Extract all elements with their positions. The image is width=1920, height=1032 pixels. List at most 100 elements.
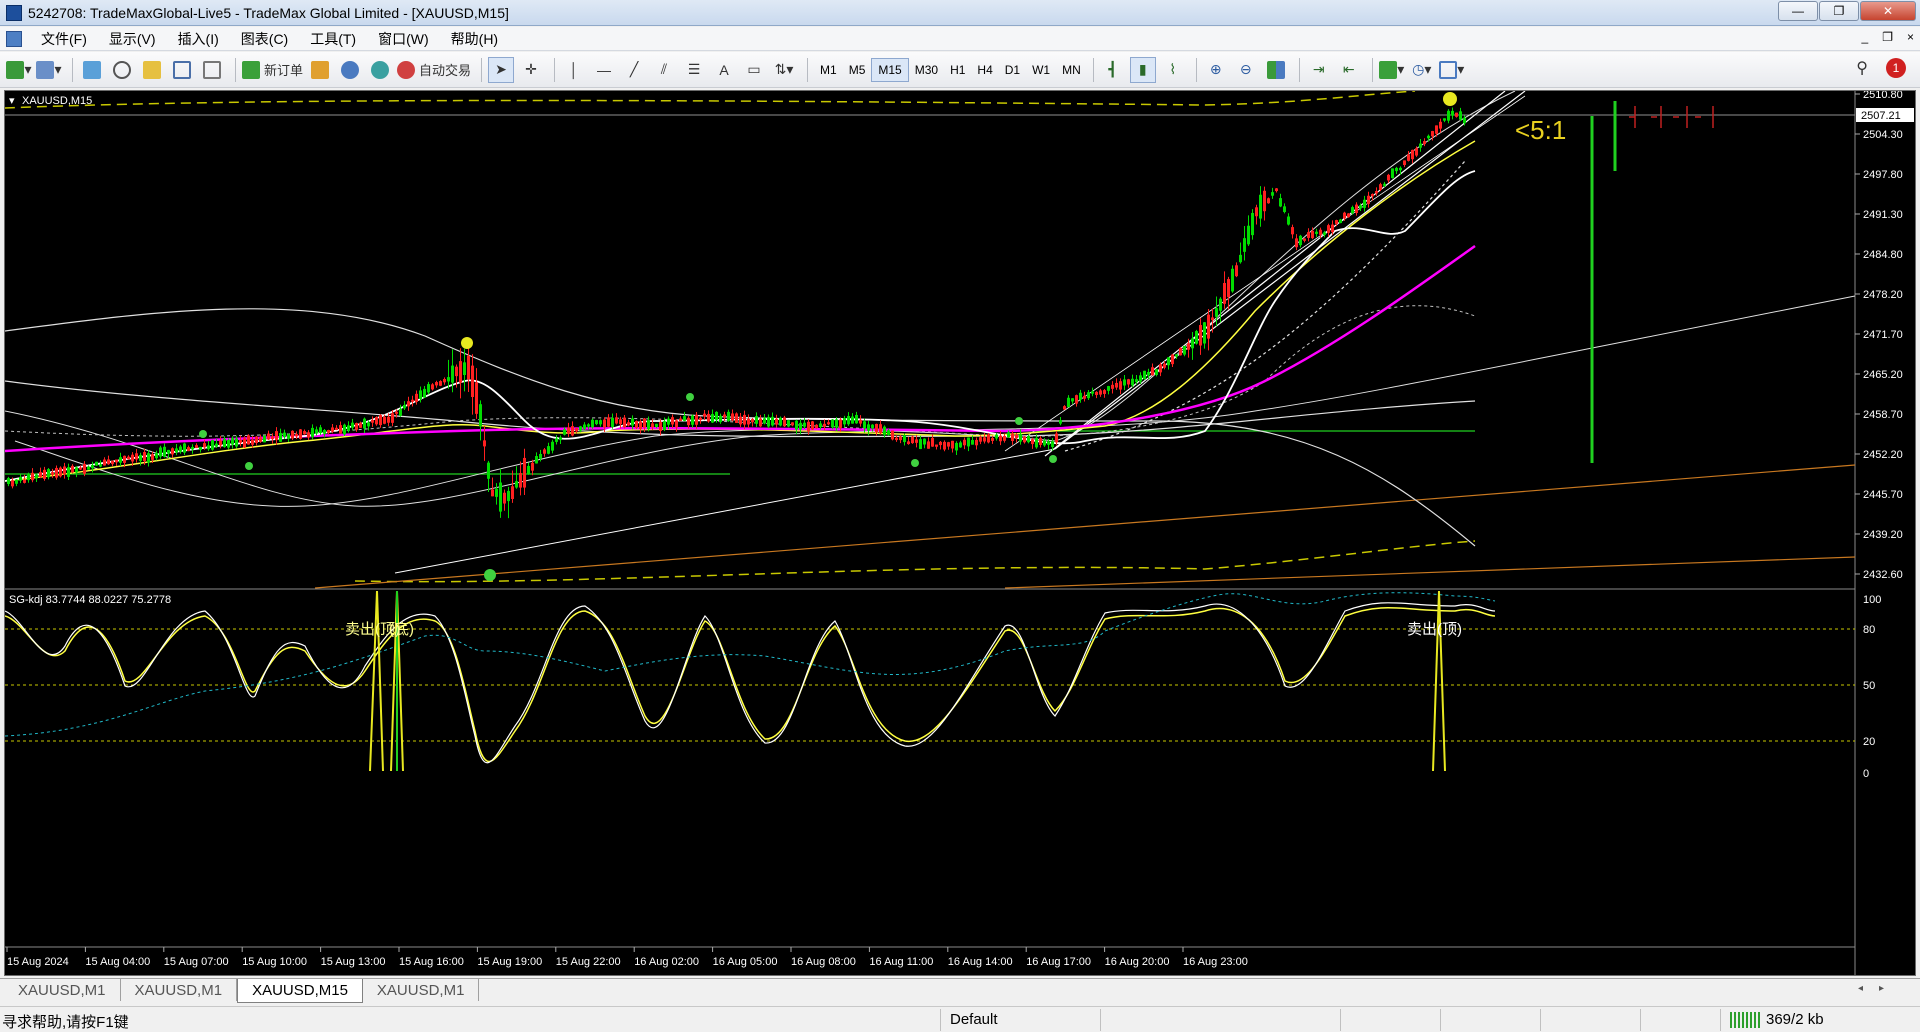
candle-body <box>1103 390 1106 394</box>
vertical-line-tool[interactable]: │ <box>561 57 587 83</box>
arrows-tool[interactable]: ⇅▾ <box>771 57 797 83</box>
label-tool[interactable]: ▭ <box>741 57 767 83</box>
trendline-tool[interactable]: ╱ <box>621 57 647 83</box>
templates-button[interactable]: ▾ <box>1439 57 1465 83</box>
candle-body <box>411 399 414 402</box>
price-chart[interactable]: ▾ XAUUSD,M15 <5:1 2510.802504.302497.802… <box>4 89 1915 975</box>
candle-body <box>763 418 766 424</box>
timeframe-h4[interactable]: H4 <box>971 58 998 82</box>
profiles-button[interactable]: ▾ <box>36 57 62 83</box>
toolbar-separator <box>235 57 236 82</box>
timeframe-mn[interactable]: MN <box>1056 58 1087 82</box>
tile-windows-button[interactable] <box>1263 57 1289 83</box>
candle-body <box>783 417 786 427</box>
timeframe-m1[interactable]: M1 <box>814 58 843 82</box>
tab-scroll-arrows[interactable]: ◂▸ <box>1858 983 1900 994</box>
metaeditor-button[interactable] <box>307 57 333 83</box>
chart-shift-button[interactable]: ⇤ <box>1336 57 1362 83</box>
auto-trading-button[interactable]: 自动交易 <box>397 57 471 83</box>
search-icon[interactable]: ⚲ <box>1856 58 1868 78</box>
timeframe-w1[interactable]: W1 <box>1026 58 1056 82</box>
menu-file[interactable]: 文件(F) <box>30 29 98 49</box>
candle-body <box>99 464 102 467</box>
menu-tools[interactable]: 工具(T) <box>299 29 367 49</box>
fibonacci-tool[interactable]: ☰ <box>681 57 707 83</box>
candle-body <box>403 404 406 409</box>
cursor-tool[interactable]: ➤ <box>488 56 515 83</box>
time-tick-label: 15 Aug 04:00 <box>85 956 150 968</box>
chart-window[interactable]: ▾ XAUUSD,M15 <5:1 2510.80 2504.30 2497.8… <box>4 89 1916 976</box>
text-tool[interactable]: A <box>711 57 737 83</box>
candle-body <box>1451 110 1454 116</box>
chart-tab[interactable]: XAUUSD,M1 <box>363 979 480 1001</box>
candle-body <box>559 437 562 441</box>
candle-body <box>619 419 622 425</box>
candle-body <box>291 430 294 439</box>
menu-view[interactable]: 显示(V) <box>98 29 167 49</box>
close-button[interactable]: ✕ <box>1860 1 1916 21</box>
market-button[interactable] <box>367 57 393 83</box>
mdi-minimize-button[interactable]: _ <box>1862 30 1869 44</box>
strategy-tester-button[interactable] <box>199 57 225 83</box>
indicator-tick-label: 100 <box>1863 594 1881 606</box>
bar-chart-button[interactable]: ┫ <box>1100 57 1126 83</box>
zoom-in-button[interactable]: ⊕ <box>1203 57 1229 83</box>
autoscroll-button[interactable]: ⇥ <box>1306 57 1332 83</box>
candle-body <box>1115 382 1118 388</box>
candlestick-button[interactable]: ▮ <box>1129 56 1156 83</box>
candle-body <box>603 419 606 428</box>
candle-body <box>1067 397 1070 408</box>
market-watch-button[interactable] <box>79 57 105 83</box>
timeframe-d1[interactable]: D1 <box>999 58 1026 82</box>
candle-body <box>823 423 826 427</box>
indicator-tick-label: 50 <box>1863 680 1875 692</box>
candle-body <box>475 382 478 414</box>
channel-tool[interactable]: ⫽ <box>651 57 677 83</box>
maximize-button[interactable]: ❐ <box>1819 1 1859 21</box>
signal-label-right: 卖出(顶) <box>1407 621 1462 638</box>
candle-body <box>819 423 822 428</box>
candle-body <box>123 455 126 463</box>
chart-tab-active[interactable]: XAUUSD,M15 <box>237 979 363 1003</box>
candle-body <box>1231 268 1234 292</box>
menu-window[interactable]: 窗口(W) <box>367 29 440 49</box>
time-tick-label: 15 Aug 22:00 <box>556 956 621 968</box>
candle-body <box>503 492 506 504</box>
timeframe-m30[interactable]: M30 <box>909 58 944 82</box>
candle-body <box>883 426 886 435</box>
mdi-close-button[interactable]: × <box>1907 30 1914 44</box>
timeframe-m5[interactable]: M5 <box>843 58 872 82</box>
candle-body <box>1047 441 1050 445</box>
menu-charts[interactable]: 图表(C) <box>230 29 299 49</box>
timeframe-h1[interactable]: H1 <box>944 58 971 82</box>
terminal-button[interactable] <box>169 57 195 83</box>
candle-body <box>1359 205 1362 209</box>
periods-button[interactable]: ◷ ▾ <box>1409 57 1435 83</box>
minimize-button[interactable]: — <box>1778 1 1818 21</box>
mdi-restore-button[interactable]: ❐ <box>1882 30 1893 44</box>
candle-body <box>875 423 878 433</box>
favorites-button[interactable] <box>139 57 165 83</box>
new-order-button[interactable]: 新订单 <box>242 57 303 83</box>
candle-body <box>423 388 426 398</box>
zoom-out-button[interactable]: ⊖ <box>1233 57 1259 83</box>
timeframe-m15[interactable]: M15 <box>871 57 909 82</box>
crosshair-tool[interactable]: ✛ <box>518 57 544 83</box>
line-chart-button[interactable]: ⌇ <box>1160 57 1186 83</box>
candle-body <box>867 424 870 431</box>
indicators-button[interactable]: ▾ <box>1379 57 1405 83</box>
status-divider <box>1640 1009 1641 1031</box>
notification-button[interactable]: 1 <box>1886 58 1906 78</box>
candle-body <box>1371 194 1374 197</box>
new-chart-button[interactable]: ▾ <box>6 57 32 83</box>
signals-button[interactable] <box>337 57 363 83</box>
chart-tab[interactable]: XAUUSD,M1 <box>4 979 121 1001</box>
chart-tab[interactable]: XAUUSD,M1 <box>121 979 238 1001</box>
horizontal-line-tool[interactable]: — <box>591 57 617 83</box>
menu-insert[interactable]: 插入(I) <box>167 29 230 49</box>
candle-body <box>1279 198 1282 207</box>
candle-body <box>1291 227 1294 235</box>
top-signal-marker <box>686 393 694 401</box>
navigator-button[interactable] <box>109 57 135 83</box>
menu-help[interactable]: 帮助(H) <box>440 29 509 49</box>
